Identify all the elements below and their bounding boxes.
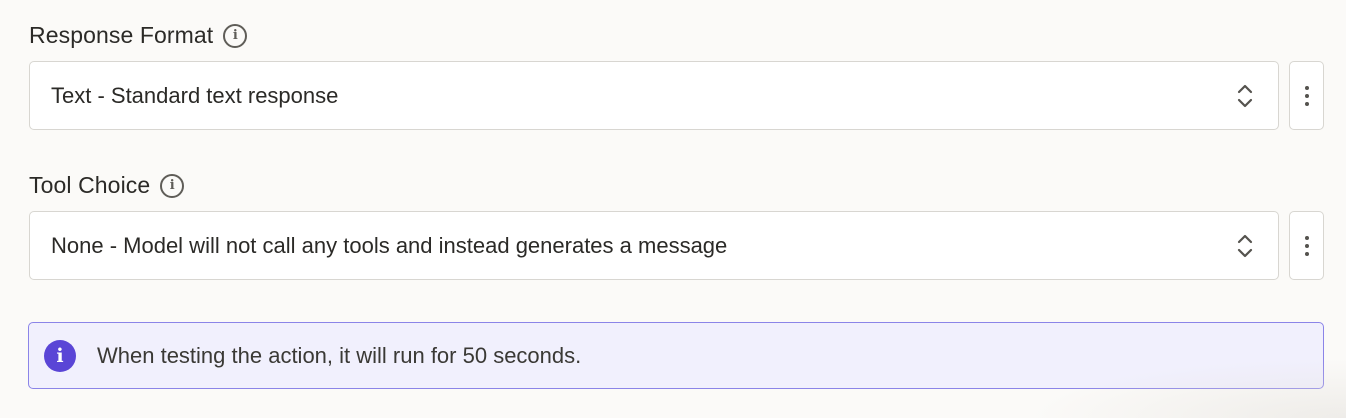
test-duration-notice: i When testing the action, it will run f… — [28, 322, 1324, 389]
tool-choice-label: Tool Choice — [29, 172, 151, 198]
info-icon[interactable]: i — [160, 173, 185, 198]
response-format-select[interactable]: Text - Standard text response — [29, 61, 1279, 130]
chevron-up-down-icon — [1237, 234, 1253, 257]
response-format-label-row: Response Format i — [29, 22, 248, 49]
response-format-more-button[interactable] — [1289, 61, 1324, 130]
more-vertical-icon — [1304, 85, 1309, 106]
tool-choice-select[interactable]: None - Model will not call any tools and… — [29, 211, 1279, 280]
tool-choice-value: None - Model will not call any tools and… — [51, 232, 728, 258]
notice-text: When testing the action, it will run for… — [97, 342, 582, 368]
tool-choice-label-row: Tool Choice i — [29, 172, 185, 199]
chevron-up-down-icon — [1237, 84, 1253, 107]
tool-choice-more-button[interactable] — [1289, 211, 1324, 280]
response-format-value: Text - Standard text response — [51, 82, 339, 108]
more-vertical-icon — [1304, 235, 1309, 256]
info-icon[interactable]: i — [223, 23, 248, 48]
info-icon: i — [44, 339, 76, 372]
response-format-label: Response Format — [29, 22, 214, 48]
